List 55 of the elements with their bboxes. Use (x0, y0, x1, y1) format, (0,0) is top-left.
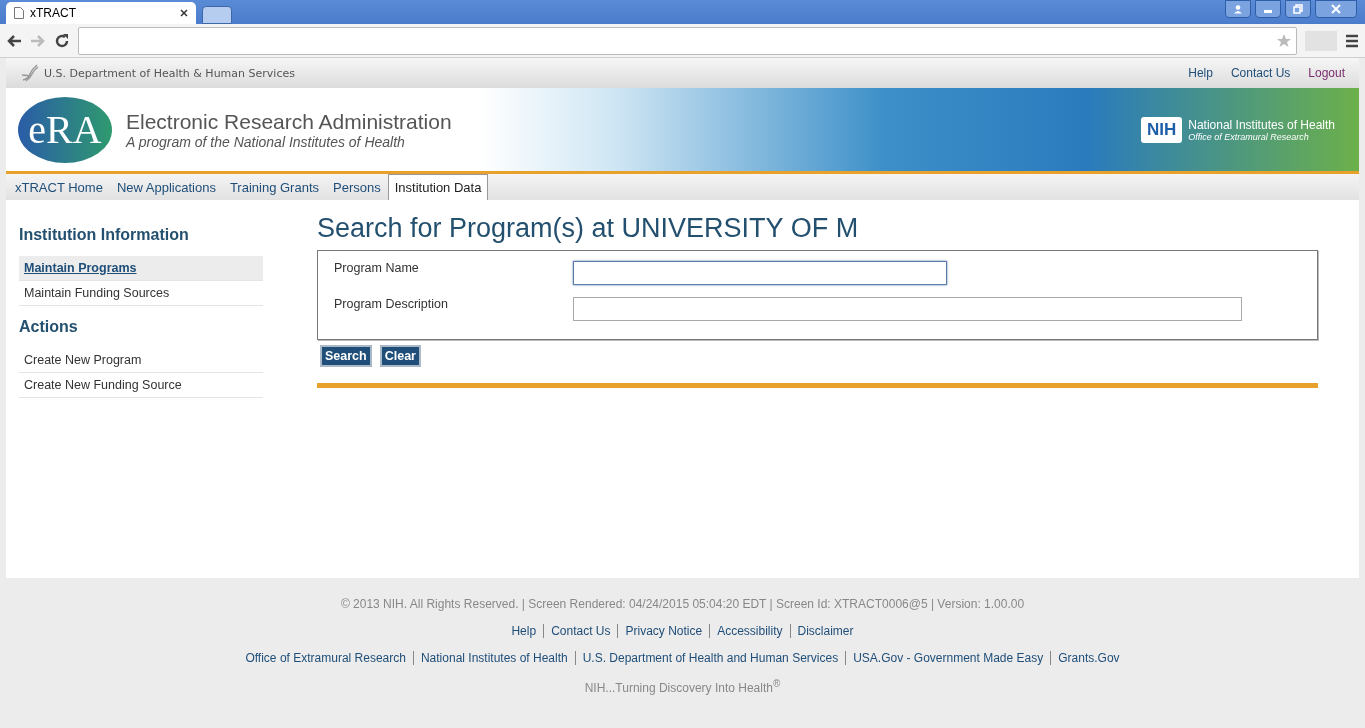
footer-link[interactable]: Disclaimer (789, 624, 861, 638)
nav-tab[interactable]: xTRACT Home (8, 174, 110, 200)
field-label: Program Name (334, 260, 420, 275)
sidebar-link[interactable]: Create New Program (19, 348, 263, 373)
minimize-button[interactable] (1255, 0, 1281, 18)
sidebar-heading: Actions (19, 318, 79, 336)
browser-tab[interactable]: xTRACT (6, 2, 196, 24)
agency-name: U.S. Department of Health & Human Services (44, 66, 296, 80)
header-link[interactable]: Help (1188, 66, 1213, 80)
nih-office: Office of Extramural Research (1188, 131, 1310, 142)
header-link[interactable]: Contact Us (1230, 66, 1291, 80)
footer-link[interactable]: U.S. Department of Health and Human Services (574, 651, 846, 665)
footer-link[interactable]: Contact Us (543, 624, 618, 638)
restore-icon (1293, 4, 1303, 14)
site-subtitle: A program of the National Institutes of Health (126, 133, 406, 150)
copyright-text: © 2013 NIH. All Rights Reserved. | Screen Rendered: 04/24/2015 05:04:20 EDT | Screen Id: XTRACT0006@5 | Version: 1.00.00 (339, 597, 1026, 611)
footer-link[interactable]: Office of Extramural Research (238, 651, 413, 665)
footer-link[interactable]: Grants.Gov (1050, 651, 1127, 665)
restore-button[interactable] (1285, 0, 1311, 18)
profile-button[interactable] (1225, 0, 1251, 18)
sidebar-link[interactable]: Maintain Programs (19, 256, 263, 281)
nav-tab[interactable]: Persons (326, 174, 388, 200)
menu-icon[interactable] (1345, 33, 1359, 48)
logout-link[interactable]: Logout (1308, 66, 1345, 80)
footer-link[interactable]: Accessibility (709, 624, 790, 638)
footer-link[interactable]: Help (504, 624, 544, 638)
footer-link[interactable]: Privacy Notice (617, 624, 710, 638)
field-label: Program Description (334, 296, 449, 311)
footer-link[interactable]: USA.Gov - Government Made Easy (845, 651, 1051, 665)
close-icon (1331, 4, 1341, 14)
era-logo: eRA (18, 96, 112, 163)
footer-link[interactable]: National Institutes of Health (412, 651, 575, 665)
sidebar-heading: Institution Information (19, 226, 190, 244)
form-button[interactable]: Search (320, 345, 372, 367)
back-icon[interactable] (6, 33, 22, 48)
nav-tab[interactable]: New Applications (109, 174, 223, 200)
form-button[interactable]: Clear (379, 345, 421, 367)
sidebar-link[interactable]: Maintain Funding Sources (19, 281, 263, 306)
page-title: Search for Program(s) at UNIVERSITY OF M (317, 213, 860, 244)
nih-logo: NIH (1140, 116, 1183, 143)
nav-tab[interactable]: Training Grants (222, 174, 326, 200)
nav-tab[interactable]: Institution Data (387, 174, 489, 200)
site-title: Electronic Research Administration (126, 109, 452, 134)
tagline: NIH...Turning Discovery Into Health$^{®}$ (584, 678, 781, 695)
page-icon (14, 7, 24, 19)
reload-icon[interactable] (54, 32, 70, 49)
nih-name: National Institutes of Health (1188, 117, 1335, 132)
new-tab-button[interactable] (202, 6, 232, 24)
input-field[interactable] (573, 297, 1242, 321)
sidebar-link[interactable]: Create New Funding Source (19, 373, 263, 398)
star-icon[interactable] (1276, 32, 1292, 49)
input-field[interactable] (573, 261, 947, 285)
close-icon[interactable] (180, 9, 188, 17)
user-icon (1233, 4, 1243, 14)
close-button[interactable] (1315, 0, 1357, 18)
